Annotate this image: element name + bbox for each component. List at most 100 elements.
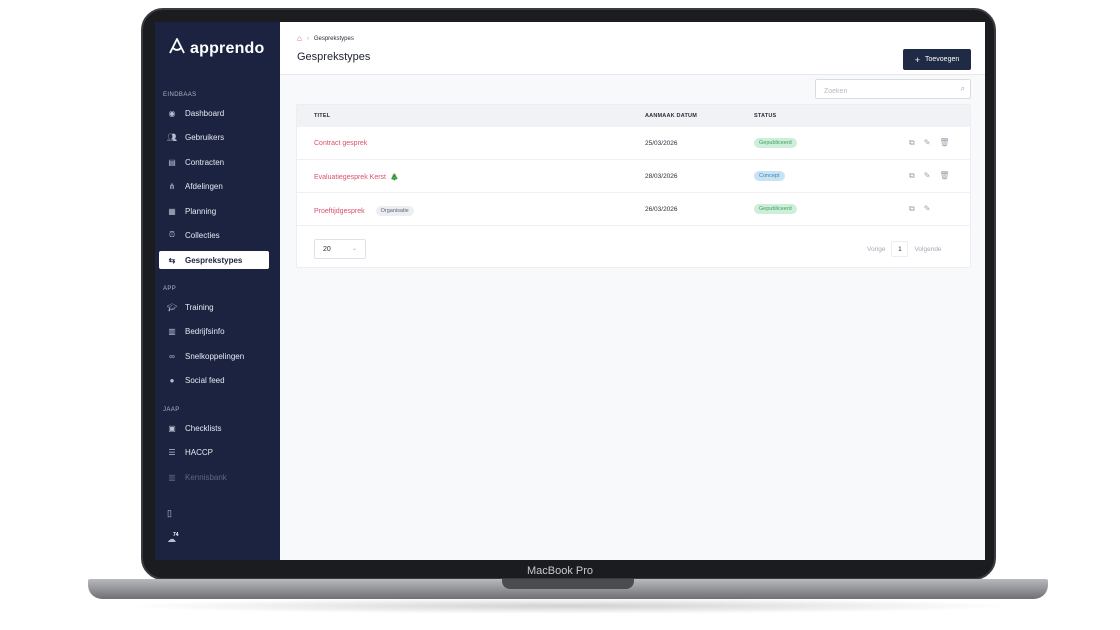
delete-icon[interactable]: 🗑︎ — [939, 138, 949, 148]
row-title: Evaluatiegesprek Kerst — [314, 173, 386, 181]
table-row[interactable]: Evaluatiegesprek Kerst 🎄 28/03/2026 Conc… — [297, 160, 970, 193]
page-header: ⌂ › Gesprekstypes Gesprekstypes + Toevoe… — [280, 22, 985, 75]
add-button-label: Toevoegen — [925, 56, 960, 63]
row-date: 25/03/2026 — [645, 140, 678, 147]
sidebar-section-label: JAAP — [163, 407, 180, 413]
apprendo-logo-icon — [167, 36, 187, 61]
calendar-icon: ▦ — [168, 206, 176, 216]
row-title-link[interactable]: Proeftijdgesprek Organisatie — [314, 206, 414, 216]
sidebar-item-gesprekstypes[interactable]: ⇆ Gesprekstypes — [159, 251, 269, 269]
sidebar-item-haccp[interactable]: ☰ HACCP — [159, 443, 269, 461]
page-title: Gesprekstypes — [297, 51, 371, 63]
sidebar-item-training[interactable]: 🎓︎ Training — [159, 298, 269, 316]
library-icon: ▥ — [168, 472, 176, 482]
sidebar-item-checklists[interactable]: ▣ Checklists — [159, 419, 269, 437]
sidebar-item-social-feed[interactable]: ● Social feed — [159, 371, 269, 389]
edit-icon[interactable]: ✎ — [924, 138, 931, 148]
chevron-right-icon: › — [306, 35, 309, 42]
main-content: ⌂ › Gesprekstypes Gesprekstypes + Toevoe… — [280, 22, 985, 560]
per-page-select[interactable]: 20 ⌄ — [314, 239, 366, 259]
laptop-notch — [502, 579, 634, 589]
previous-page-button[interactable]: Vorige — [867, 246, 885, 253]
users-icon: 👥︎ — [166, 132, 178, 142]
sidebar-item-label: Social feed — [185, 375, 225, 385]
device-label: MacBook Pro — [526, 565, 594, 577]
chevron-down-icon: ⌄ — [351, 246, 357, 252]
current-page-number[interactable]: 1 — [891, 241, 909, 257]
category-tag: Organisatie — [375, 206, 414, 216]
column-header-status[interactable]: STATUS — [754, 113, 776, 119]
row-title-link[interactable]: Evaluatiegesprek Kerst 🎄 — [314, 173, 399, 182]
book-icon: ▥ — [168, 326, 176, 336]
sidebar-item-label: HACCP — [185, 447, 214, 457]
sidebar-section-label: EINDBAAS — [163, 92, 197, 98]
sidebar-item-planning[interactable]: ▦ Planning — [159, 202, 269, 220]
tree-emoji: 🎄 — [389, 174, 399, 181]
conversation-icon: ⇆ — [168, 255, 176, 265]
sidebar-item-snelkoppelingen[interactable]: ∞ Snelkoppelingen — [159, 347, 269, 365]
list-icon: ☰ — [168, 447, 176, 457]
status-badge: Concept — [754, 171, 785, 181]
sidebar: apprendo EINDBAAS ◉ Dashboard 👥︎ Gebruik… — [155, 22, 280, 560]
edit-icon[interactable]: ✎ — [924, 171, 931, 181]
home-icon[interactable]: ⌂ — [297, 34, 302, 43]
copy-icon[interactable]: ⧉ — [909, 204, 915, 214]
breadcrumb: ⌂ › Gesprekstypes — [297, 34, 354, 43]
row-date: 26/03/2026 — [645, 206, 678, 213]
sidebar-item-label: Kennisbank — [185, 472, 227, 482]
pagination: Vorige 1 Volgende — [867, 241, 942, 257]
copy-icon[interactable]: ⧉ — [909, 138, 915, 148]
sidebar-section-label: APP — [163, 286, 177, 292]
alarm-clock-icon: ⏰︎ — [168, 230, 176, 239]
row-title: Contract gesprek — [314, 140, 368, 147]
notification-count: 74 — [173, 532, 179, 538]
sidebar-item-label: Gebruikers — [185, 132, 225, 142]
table-row[interactable]: Contract gesprek 25/03/2026 Gepubliceerd… — [297, 127, 970, 160]
checklist-icon: ▣ — [168, 423, 176, 433]
delete-icon[interactable]: 🗑︎ — [939, 171, 949, 181]
tablet-icon[interactable]: ▯ — [167, 508, 172, 519]
row-actions: ⧉ ✎ 🗑︎ — [909, 138, 950, 148]
search-input[interactable] — [816, 82, 946, 101]
screen: apprendo EINDBAAS ◉ Dashboard 👥︎ Gebruik… — [155, 22, 985, 560]
status-badge: Gepubliceerd — [754, 204, 797, 214]
breadcrumb-current: Gesprekstypes — [313, 35, 354, 42]
row-title-link[interactable]: Contract gesprek — [314, 140, 367, 147]
sidebar-item-contracten[interactable]: ▤ Contracten — [159, 153, 269, 171]
table-header: TITEL AANMAAK DATUM STATUS — [297, 105, 970, 127]
row-title: Proeftijdgesprek — [314, 207, 365, 215]
sidebar-item-label: Dashboard — [185, 108, 225, 118]
add-button[interactable]: + Toevoegen — [903, 49, 971, 70]
row-actions: ⧉ ✎ — [909, 204, 930, 214]
document-icon: ▤ — [168, 157, 176, 167]
table-card: TITEL AANMAAK DATUM STATUS Contract gesp… — [296, 104, 971, 268]
column-header-title[interactable]: TITEL — [314, 113, 330, 119]
sidebar-item-bedrijfsinfo[interactable]: ▥ Bedrijfsinfo — [159, 322, 269, 340]
sidebar-item-label: Planning — [185, 206, 217, 216]
plus-icon: + — [914, 54, 920, 65]
search-box: ⌕ — [815, 79, 971, 101]
search-icon[interactable]: ⌕ — [961, 84, 965, 94]
sidebar-item-gebruikers[interactable]: 👥︎ Gebruikers — [159, 128, 269, 146]
sidebar-item-label: Training — [185, 302, 214, 312]
status-badge: Gepubliceerd — [754, 138, 797, 148]
sidebar-item-afdelingen[interactable]: ⋔ Afdelingen — [159, 177, 269, 195]
column-header-date[interactable]: AANMAAK DATUM — [645, 113, 697, 119]
sidebar-item-label: Contracten — [185, 157, 225, 167]
sidebar-item-dashboard[interactable]: ◉ Dashboard — [159, 104, 269, 122]
sidebar-item-collecties[interactable]: ⏰︎ Collecties — [159, 226, 269, 244]
brand-logo[interactable]: apprendo — [167, 36, 265, 61]
link-icon: ∞ — [169, 351, 175, 361]
copy-icon[interactable]: ⧉ — [909, 171, 915, 181]
chat-bubble-icon: ● — [169, 375, 175, 385]
sidebar-item-label: Collecties — [185, 230, 220, 240]
table-row[interactable]: Proeftijdgesprek Organisatie 26/03/2026 … — [297, 193, 970, 226]
graduation-cap-icon: 🎓︎ — [166, 302, 178, 312]
sidebar-item-label: Checklists — [185, 423, 222, 433]
edit-icon[interactable]: ✎ — [924, 204, 931, 214]
row-date: 28/03/2026 — [645, 173, 678, 180]
sidebar-item-label: Gesprekstypes — [185, 255, 243, 265]
next-page-button[interactable]: Volgende — [914, 246, 941, 253]
sidebar-item-kennisbank[interactable]: ▥ Kennisbank — [159, 468, 269, 486]
dashboard-icon: ◉ — [168, 108, 176, 118]
